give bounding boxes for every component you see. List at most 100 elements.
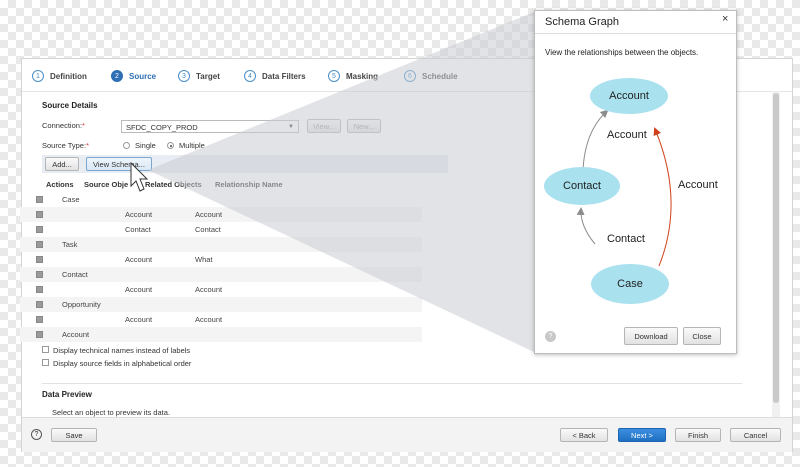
source-details-title: Source Details bbox=[42, 101, 98, 110]
table-row[interactable]: Contact Contact bbox=[20, 222, 422, 237]
related-object-cell: Account bbox=[125, 315, 153, 324]
source-object-cell: Task bbox=[62, 240, 78, 249]
cancel-button[interactable]: Cancel bbox=[730, 428, 781, 442]
row-action-icon[interactable] bbox=[36, 196, 43, 203]
row-action-icon[interactable] bbox=[36, 316, 43, 323]
edge-case-to-account bbox=[653, 127, 672, 267]
footer-bar: ? Save < Back Next > Finish Cancel bbox=[22, 417, 792, 452]
step-masking[interactable]: 5 Masking bbox=[328, 69, 378, 83]
edge-label-case-contact: Contact bbox=[607, 233, 645, 245]
table-row[interactable]: Account Account bbox=[20, 312, 422, 327]
step-target[interactable]: 3 Target bbox=[178, 69, 220, 83]
step-number: 2 bbox=[111, 70, 123, 82]
relationship-name-cell: Contact bbox=[195, 225, 221, 234]
related-object-cell: Account bbox=[125, 210, 153, 219]
alphabetical-order-checkbox[interactable] bbox=[42, 359, 49, 366]
table-row[interactable]: Case bbox=[20, 192, 422, 207]
required-mark: * bbox=[82, 121, 85, 130]
data-preview-title: Data Preview bbox=[42, 390, 92, 399]
radio-multiple-label: Multiple bbox=[179, 141, 205, 150]
graph-node-contact[interactable]: Contact bbox=[544, 167, 620, 205]
source-object-cell: Opportunity bbox=[62, 300, 101, 309]
related-object-cell: Contact bbox=[125, 225, 151, 234]
step-label: Data Filters bbox=[262, 71, 306, 81]
table-row[interactable]: Contact bbox=[20, 267, 422, 282]
back-button[interactable]: < Back bbox=[560, 428, 608, 442]
edge-label-contact-account: Account bbox=[607, 129, 647, 141]
step-label: Source bbox=[129, 71, 157, 81]
step-label: Schedule bbox=[422, 71, 458, 81]
row-action-icon[interactable] bbox=[36, 211, 43, 218]
step-number: 1 bbox=[32, 70, 44, 82]
column-header-related-objects: Related Objects bbox=[145, 180, 202, 189]
row-action-icon[interactable] bbox=[36, 331, 43, 338]
graph-node-account[interactable]: Account bbox=[590, 78, 668, 114]
step-source[interactable]: 2 Source bbox=[111, 69, 156, 83]
source-object-cell: Contact bbox=[62, 270, 88, 279]
table-row[interactable]: Opportunity bbox=[20, 297, 422, 312]
technical-names-label: Display technical names instead of label… bbox=[53, 346, 191, 355]
edge-case-to-contact bbox=[576, 207, 596, 245]
row-action-icon[interactable] bbox=[36, 301, 43, 308]
row-action-icon[interactable] bbox=[36, 286, 43, 293]
table-row[interactable]: Task bbox=[20, 237, 422, 252]
help-icon[interactable]: ? bbox=[31, 429, 42, 440]
step-data-filters[interactable]: 4 Data Filters bbox=[244, 69, 306, 83]
step-number: 3 bbox=[178, 70, 190, 82]
data-preview-hint: Select an object to preview its data. bbox=[52, 408, 170, 417]
row-action-icon[interactable] bbox=[36, 256, 43, 263]
related-object-cell: Account bbox=[125, 255, 153, 264]
connection-label-text: Connection: bbox=[42, 121, 83, 130]
required-mark: * bbox=[86, 141, 89, 150]
add-object-button[interactable]: Add... bbox=[45, 157, 79, 171]
related-object-cell: Account bbox=[125, 285, 153, 294]
radio-single-label: Single bbox=[135, 141, 156, 150]
table-row[interactable]: Account Account bbox=[20, 282, 422, 297]
column-header-actions: Actions bbox=[46, 180, 74, 189]
row-action-icon[interactable] bbox=[36, 241, 43, 248]
finish-button[interactable]: Finish bbox=[675, 428, 721, 442]
step-number: 5 bbox=[328, 70, 340, 82]
step-label: Definition bbox=[50, 71, 87, 81]
table-row[interactable]: Account What bbox=[20, 252, 422, 267]
source-object-cell: Account bbox=[62, 330, 90, 339]
table-row[interactable]: Account Account bbox=[20, 207, 422, 222]
radio-single[interactable] bbox=[123, 142, 130, 149]
connection-select[interactable]: SFDC_COPY_PROD ▼ bbox=[121, 120, 299, 133]
connection-value: SFDC_COPY_PROD bbox=[126, 123, 198, 132]
next-button[interactable]: Next > bbox=[618, 428, 666, 442]
relationship-name-cell: Account bbox=[195, 210, 223, 219]
column-header-source-object: Source Obje bbox=[84, 180, 129, 189]
relationship-name-cell: Account bbox=[195, 315, 223, 324]
row-action-icon[interactable] bbox=[36, 226, 43, 233]
help-icon[interactable]: ? bbox=[545, 331, 556, 342]
view-schema-button[interactable]: View Schema... bbox=[86, 157, 152, 171]
step-number: 6 bbox=[404, 70, 416, 82]
step-definition[interactable]: 1 Definition bbox=[32, 69, 87, 83]
source-type-label: Source Type:* bbox=[42, 141, 89, 150]
edge-contact-to-account bbox=[582, 109, 609, 171]
column-header-relationship-name: Relationship Name bbox=[215, 180, 283, 189]
source-object-cell: Case bbox=[62, 195, 80, 204]
relationship-name-cell: What bbox=[195, 255, 213, 264]
chevron-down-icon: ▼ bbox=[288, 124, 294, 130]
radio-multiple[interactable] bbox=[167, 142, 174, 149]
row-action-icon[interactable] bbox=[36, 271, 43, 278]
step-schedule[interactable]: 6 Schedule bbox=[404, 69, 458, 83]
graph-node-case[interactable]: Case bbox=[591, 264, 669, 304]
step-label: Target bbox=[196, 71, 220, 81]
alphabetical-order-label: Display source fields in alphabetical or… bbox=[53, 359, 192, 368]
table-row[interactable]: Account bbox=[20, 327, 422, 342]
new-connection-button[interactable]: New... bbox=[347, 119, 381, 133]
save-button[interactable]: Save bbox=[51, 428, 97, 442]
scrollbar-thumb[interactable] bbox=[773, 93, 779, 403]
download-button[interactable]: Download bbox=[624, 327, 678, 345]
relationship-name-cell: Account bbox=[195, 285, 223, 294]
technical-names-checkbox[interactable] bbox=[42, 346, 49, 353]
schema-graph-dialog: Schema Graph × View the relationships be… bbox=[534, 10, 737, 354]
view-connection-button[interactable]: View... bbox=[307, 119, 341, 133]
scrollbar-track[interactable] bbox=[772, 91, 780, 417]
connection-label: Connection:* bbox=[42, 121, 85, 130]
close-button[interactable]: Close bbox=[683, 327, 721, 345]
edge-label-case-account: Account bbox=[678, 179, 718, 191]
